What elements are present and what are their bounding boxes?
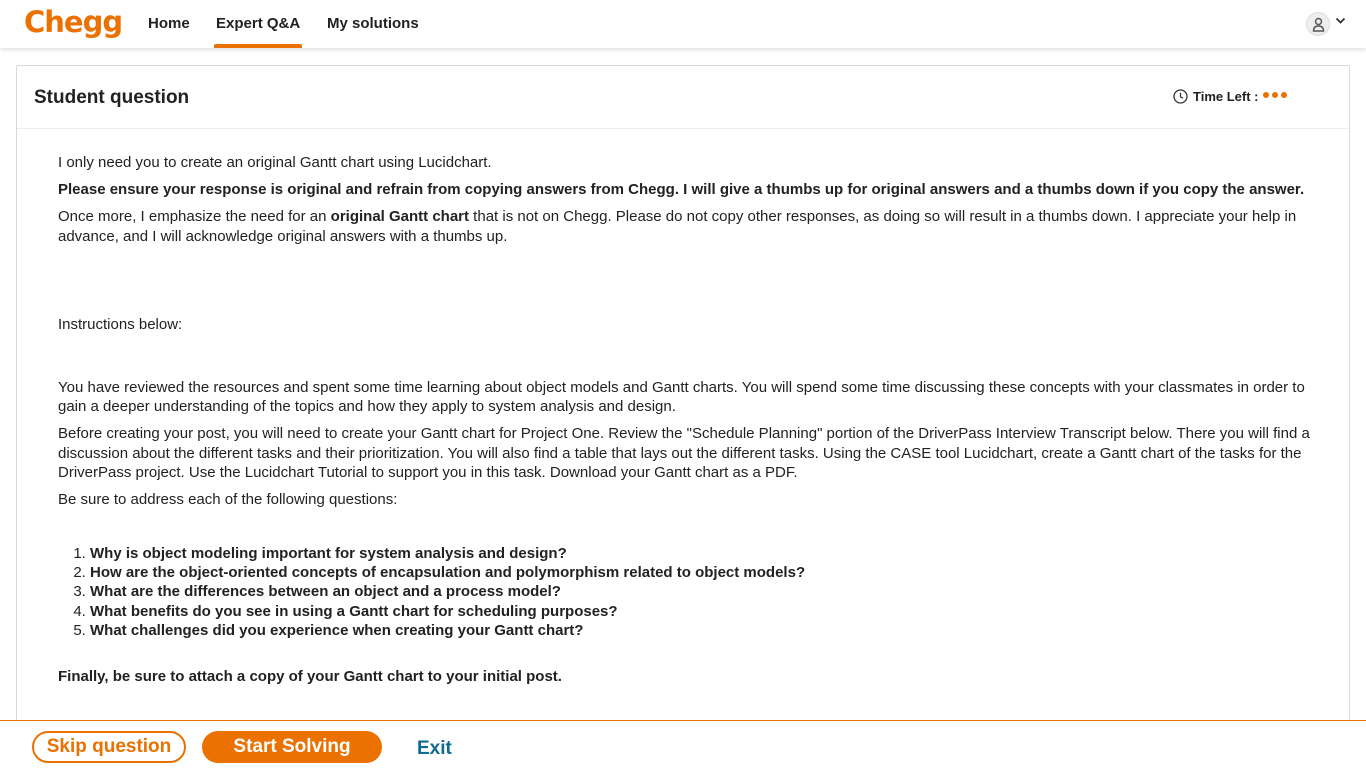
exit-link[interactable]: Exit (417, 738, 452, 760)
list-item: Why is object modeling important for sys… (90, 544, 1318, 563)
chegg-logo[interactable]: Chegg (24, 5, 123, 39)
question-paragraph: Be sure to address each of the following… (58, 491, 398, 508)
list-item: What are the differences between an obje… (90, 582, 1318, 601)
question-paragraph: Instructions below: (58, 315, 183, 333)
question-paragraph: Finally, be sure to attach a copy of you… (58, 668, 562, 686)
question-paragraph: Please ensure your response is original … (58, 181, 1305, 198)
time-left-label: Time Left : (1193, 89, 1259, 104)
timer-loading-dots (1262, 91, 1287, 98)
active-tab-indicator (214, 44, 302, 48)
question-body: I only need you to create an original Ga… (58, 153, 1318, 694)
action-bar: Skip question Start Solving Exit (0, 720, 1366, 768)
card-title: Student question (34, 87, 190, 108)
chevron-down-icon[interactable] (1335, 17, 1346, 25)
question-paragraph: Before creating your post, you will need… (58, 425, 1310, 481)
list-item: What challenges did you experience when … (90, 621, 1318, 640)
question-paragraph: Once more, I emphasize the need for an o… (58, 208, 1297, 245)
question-paragraph: I only need you to create an original Ga… (58, 154, 492, 171)
list-item: What benefits do you see in using a Gant… (90, 602, 1318, 621)
question-paragraph: You have reviewed the resources and spen… (58, 378, 1305, 416)
clock-icon (1173, 89, 1188, 104)
nav-expert-qa-link[interactable]: Expert Q&A (216, 15, 300, 32)
question-card: Student question Time Left : I only need… (16, 65, 1350, 765)
question-list: Why is object modeling important for sys… (72, 544, 1318, 640)
time-left: Time Left : (1173, 89, 1287, 104)
user-avatar-button[interactable] (1306, 12, 1330, 36)
nav-home-link[interactable]: Home (148, 15, 190, 32)
user-icon (1312, 17, 1325, 32)
list-item: How are the object-oriented concepts of … (90, 563, 1318, 582)
skip-question-button[interactable]: Skip question (32, 731, 186, 763)
card-header: Student question Time Left : (17, 66, 1349, 129)
nav-my-solutions-link[interactable]: My solutions (327, 15, 419, 32)
top-navigation: Chegg Home Expert Q&A My solutions (0, 0, 1366, 48)
start-solving-button[interactable]: Start Solving (202, 731, 382, 763)
